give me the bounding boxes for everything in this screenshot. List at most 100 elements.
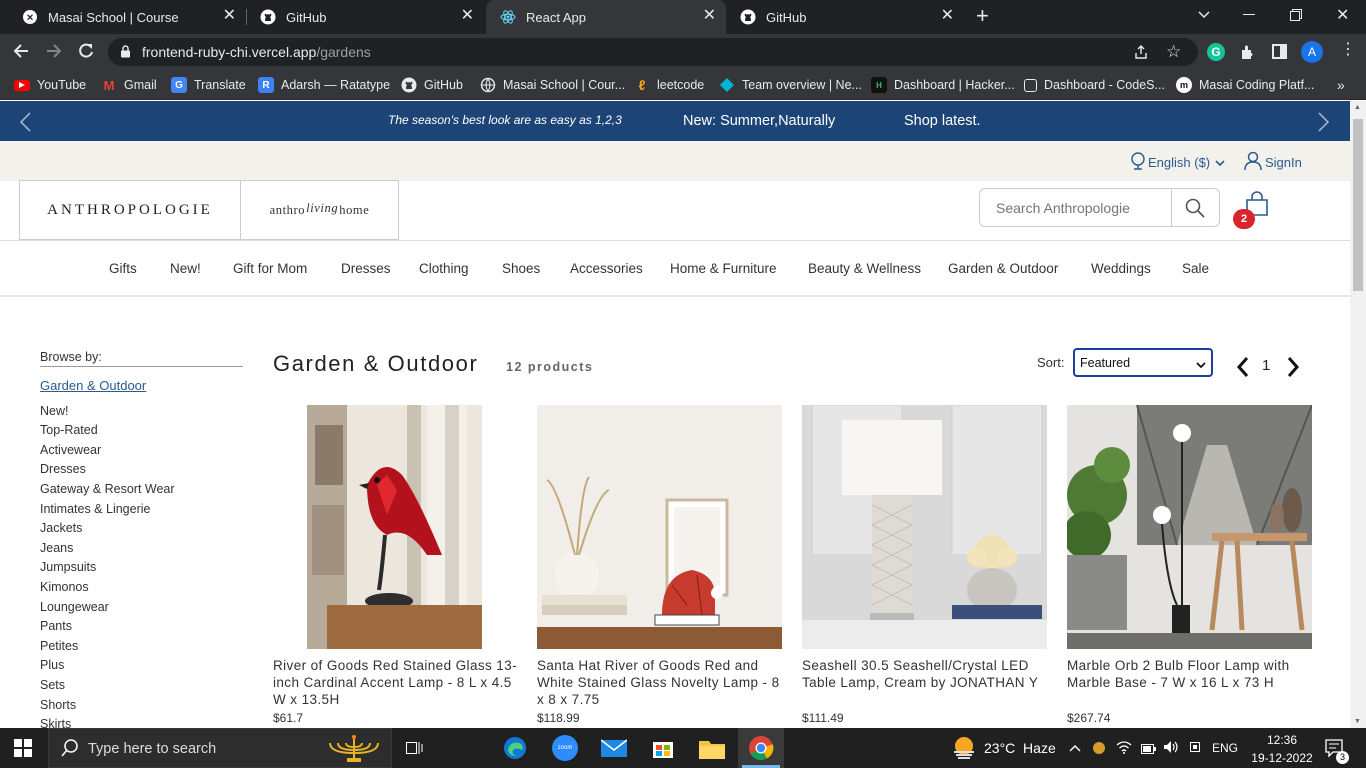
share-icon[interactable] bbox=[1133, 44, 1149, 65]
forward-icon[interactable] bbox=[45, 42, 63, 65]
bookmark-masai-coding[interactable]: m Masai Coding Platf... bbox=[1176, 76, 1314, 94]
search-icon[interactable] bbox=[1185, 198, 1205, 223]
nav-weddings[interactable]: Weddings bbox=[1091, 261, 1151, 276]
nav-beauty-wellness[interactable]: Beauty & Wellness bbox=[808, 261, 921, 276]
bookmark-star-icon[interactable]: ☆ bbox=[1166, 42, 1181, 62]
bookmark-github[interactable]: GitHub bbox=[401, 76, 463, 94]
next-page-icon[interactable] bbox=[1286, 356, 1300, 383]
battery-icon[interactable] bbox=[1141, 742, 1157, 760]
task-view-icon[interactable] bbox=[406, 740, 424, 761]
close-tab-icon[interactable]: ✕ bbox=[461, 8, 474, 24]
nav-dresses[interactable]: Dresses bbox=[341, 261, 391, 276]
product-image[interactable] bbox=[537, 405, 782, 649]
edge-icon[interactable] bbox=[500, 733, 530, 763]
product-title[interactable]: Seashell 30.5 Seashell/Crystal LED Table… bbox=[802, 657, 1047, 691]
sidebar-item-activewear[interactable]: Activewear bbox=[40, 443, 101, 457]
new-tab-icon[interactable]: + bbox=[976, 5, 989, 27]
nav-garden-outdoor[interactable]: Garden & Outdoor bbox=[948, 261, 1058, 276]
sidebar-item-dresses[interactable]: Dresses bbox=[40, 462, 86, 476]
promo-center-text[interactable]: New: Summer,Naturally bbox=[683, 113, 835, 129]
bookmark-youtube[interactable]: YouTube bbox=[14, 76, 86, 94]
mail-icon[interactable] bbox=[599, 733, 629, 763]
close-window-icon[interactable]: ✕ bbox=[1336, 5, 1349, 25]
product-title[interactable]: Santa Hat River of Goods Red and White S… bbox=[537, 657, 782, 708]
sidebar-item-sets[interactable]: Sets bbox=[40, 678, 65, 692]
file-explorer-icon[interactable] bbox=[697, 733, 727, 763]
tab-github-1[interactable]: GitHub ✕ bbox=[246, 0, 484, 34]
nav-home-furniture[interactable]: Home & Furniture bbox=[670, 261, 777, 276]
sidebar-item-plus[interactable]: Plus bbox=[40, 658, 64, 672]
nav-clothing[interactable]: Clothing bbox=[419, 261, 469, 276]
nav-gift-for-mom[interactable]: Gift for Mom bbox=[233, 261, 307, 276]
search-input[interactable] bbox=[980, 189, 1171, 226]
sidebar-item-pants[interactable]: Pants bbox=[40, 619, 72, 633]
product-image[interactable] bbox=[307, 405, 482, 649]
tab-search-icon[interactable] bbox=[1197, 7, 1211, 26]
nav-gifts[interactable]: Gifts bbox=[109, 261, 137, 276]
sidebar-item-intimates[interactable]: Intimates & Lingerie bbox=[40, 502, 150, 516]
close-tab-icon[interactable]: ✕ bbox=[703, 8, 716, 24]
zoom-icon[interactable]: zoom bbox=[550, 733, 580, 763]
bookmark-hackerrank[interactable]: H Dashboard | Hacker... bbox=[871, 76, 1015, 94]
extensions-icon[interactable] bbox=[1240, 44, 1256, 65]
close-tab-icon[interactable]: ✕ bbox=[941, 8, 954, 24]
nav-new[interactable]: New! bbox=[170, 261, 201, 276]
product-image[interactable] bbox=[802, 405, 1047, 649]
minimize-icon[interactable] bbox=[1243, 14, 1255, 15]
grammarly-icon[interactable]: G bbox=[1207, 43, 1225, 61]
anthro-living-logo[interactable]: anthro living home bbox=[240, 180, 399, 240]
lock-icon[interactable] bbox=[120, 45, 131, 63]
network-device-icon[interactable] bbox=[1188, 740, 1202, 759]
restore-icon[interactable] bbox=[1290, 8, 1302, 21]
sidebar-item-kimonos[interactable]: Kimonos bbox=[40, 580, 89, 594]
back-icon[interactable] bbox=[12, 42, 30, 65]
anthropologie-logo[interactable]: ANTHROPOLOGIE bbox=[19, 180, 241, 240]
language-selector[interactable]: English ($) bbox=[1130, 152, 1225, 173]
product-title[interactable]: River of Goods Red Stained Glass 13-inch… bbox=[273, 657, 518, 708]
bookmark-codesignal[interactable]: Dashboard - CodeS... bbox=[1024, 76, 1165, 94]
promo-right-text[interactable]: Shop latest. bbox=[904, 113, 981, 129]
bookmark-translate[interactable]: G Translate bbox=[171, 76, 246, 94]
bookmark-gmail[interactable]: M Gmail bbox=[101, 76, 157, 94]
sidebar-item-jackets[interactable]: Jackets bbox=[40, 521, 82, 535]
profile-avatar[interactable]: A bbox=[1301, 41, 1323, 63]
prev-page-icon[interactable] bbox=[1236, 356, 1250, 383]
clock-date[interactable]: 19-12-2022 bbox=[1248, 751, 1316, 765]
volume-icon[interactable] bbox=[1163, 740, 1179, 759]
reload-icon[interactable] bbox=[77, 42, 95, 65]
bookmark-leetcode[interactable]: ℓ leetcode bbox=[634, 76, 705, 94]
chrome-menu-icon[interactable]: ⋮ bbox=[1340, 42, 1356, 58]
bookmark-masai[interactable]: Masai School | Cour... bbox=[480, 76, 625, 94]
product-image[interactable] bbox=[1067, 405, 1312, 649]
sidebar-item-new[interactable]: New! bbox=[40, 404, 68, 418]
bookmark-team-overview[interactable]: Team overview | Ne... bbox=[719, 76, 862, 94]
sidebar-current-category[interactable]: Garden & Outdoor bbox=[40, 378, 146, 393]
tab-github-2[interactable]: GitHub ✕ bbox=[726, 0, 964, 34]
store-icon[interactable] bbox=[648, 733, 678, 763]
tab-react-app[interactable]: React App ✕ bbox=[486, 0, 726, 34]
side-panel-icon[interactable] bbox=[1272, 44, 1287, 59]
promo-next-icon[interactable] bbox=[1317, 111, 1331, 138]
nav-shoes[interactable]: Shoes bbox=[502, 261, 540, 276]
page-scrollbar[interactable]: ▲ ▼ bbox=[1350, 101, 1366, 728]
nav-accessories[interactable]: Accessories bbox=[570, 261, 643, 276]
chrome-icon[interactable] bbox=[746, 733, 776, 763]
tray-app-icon[interactable] bbox=[1092, 741, 1106, 760]
more-bookmarks-icon[interactable]: » bbox=[1337, 76, 1345, 94]
sidebar-item-jumpsuits[interactable]: Jumpsuits bbox=[40, 560, 96, 574]
sidebar-item-loungewear[interactable]: Loungewear bbox=[40, 600, 109, 614]
sidebar-item-petites[interactable]: Petites bbox=[40, 639, 78, 653]
product-title[interactable]: Marble Orb 2 Bulb Floor Lamp with Marble… bbox=[1067, 657, 1312, 691]
taskbar-search[interactable]: Type here to search bbox=[48, 728, 392, 768]
wifi-icon[interactable] bbox=[1116, 740, 1132, 759]
sidebar-item-shorts[interactable]: Shorts bbox=[40, 698, 76, 712]
weather-icon[interactable] bbox=[952, 736, 976, 765]
weather-text[interactable]: 23°C Haze bbox=[984, 740, 1056, 756]
sidebar-item-jeans[interactable]: Jeans bbox=[40, 541, 73, 555]
nav-sale[interactable]: Sale bbox=[1182, 261, 1209, 276]
input-language[interactable]: ENG bbox=[1212, 741, 1238, 755]
sidebar-item-top-rated[interactable]: Top-Rated bbox=[40, 423, 98, 437]
tab-masai[interactable]: ✕ Masai School | Course ✕ bbox=[8, 0, 246, 34]
sidebar-item-gateway-resort[interactable]: Gateway & Resort Wear bbox=[40, 482, 175, 496]
windows-start-icon[interactable] bbox=[14, 739, 32, 762]
